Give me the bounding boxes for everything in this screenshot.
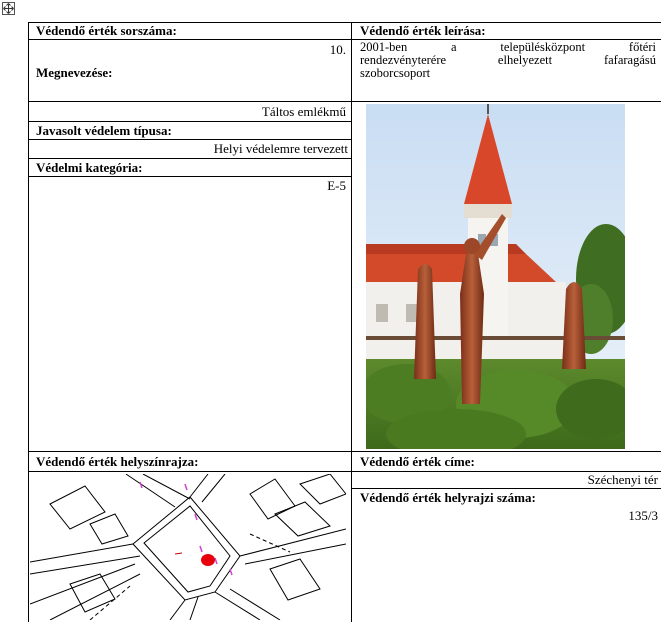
row-line <box>28 471 351 472</box>
lot-number-label: Védendő érték helyrajzi száma: <box>360 490 536 505</box>
address-value: Széchenyi tér <box>587 472 658 487</box>
row-line <box>28 176 351 177</box>
row-line <box>352 451 661 452</box>
category-label: Védelmi kategória: <box>36 160 143 175</box>
lot-number-value: 135/3 <box>628 508 658 523</box>
site-plan-label: Védendő érték helyszínrajza: <box>36 454 199 469</box>
site-plan-map <box>30 474 346 620</box>
serial-value: 10. <box>329 42 346 57</box>
description-label: Védendő érték leírása: <box>360 23 486 38</box>
row-line <box>28 139 351 140</box>
row-line <box>352 488 661 489</box>
description-line: szoborcsoport <box>360 66 431 80</box>
row-line <box>28 451 351 452</box>
name-label: Megnevezése: <box>36 65 113 80</box>
row-line <box>28 158 351 159</box>
category-value: E-5 <box>327 178 346 193</box>
serial-label: Védendő érték sorszáma: <box>36 23 177 38</box>
protection-type-label: Javasolt védelem típusa: <box>36 123 172 138</box>
protection-type-value: Helyi védelemre tervezett <box>213 141 348 156</box>
row-line <box>28 121 351 122</box>
table-move-handle-icon[interactable] <box>2 2 15 15</box>
address-label: Védendő érték címe: <box>360 454 475 469</box>
row-line <box>28 101 351 102</box>
table-divider-vertical <box>351 22 352 622</box>
name-value: Táltos emlékmű <box>261 104 346 119</box>
row-line <box>28 39 351 40</box>
table-border-left <box>28 22 29 622</box>
statue-photo <box>366 104 625 449</box>
description-text: 2001-ben a településközpont főtéri rende… <box>360 41 656 80</box>
row-line <box>352 101 661 102</box>
